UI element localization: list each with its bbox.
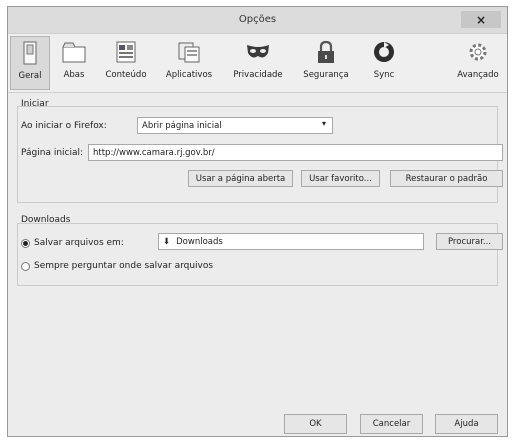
close-button[interactable]: × xyxy=(461,11,501,28)
save-to-label: Salvar arquivos em: xyxy=(34,238,124,248)
cancel-button[interactable]: Cancelar xyxy=(360,414,423,434)
tab-applications[interactable]: Aplicativos xyxy=(158,36,220,90)
save-to-radio[interactable]: Salvar arquivos em: xyxy=(21,238,124,248)
downloads-group: Salvar arquivos em: ⬇ Downloads Procurar… xyxy=(17,223,503,286)
tab-privacy[interactable]: Privacidade xyxy=(226,36,290,90)
content-icon xyxy=(116,41,136,63)
applications-icon xyxy=(178,42,200,63)
always-ask-radio-dot xyxy=(21,261,30,271)
preferences-toolbar: Geral Abas Conteúdo Aplicativos Privacid… xyxy=(8,34,507,93)
always-ask-label: Sempre perguntar onde salvar arquivos xyxy=(34,261,214,271)
tab-content[interactable]: Conteúdo xyxy=(100,36,152,90)
tab-security-label: Segurança xyxy=(303,70,349,80)
tab-privacy-label: Privacidade xyxy=(233,70,283,80)
tab-general[interactable]: Geral xyxy=(10,36,50,90)
when-start-label: Ao iniciar o Firefox: xyxy=(21,121,107,131)
tab-content-label: Conteúdo xyxy=(105,70,147,80)
use-bookmark-button[interactable]: Usar favorito... xyxy=(301,170,380,187)
switch-icon xyxy=(23,41,37,65)
ok-button[interactable]: OK xyxy=(284,414,347,434)
restore-default-button[interactable]: Restaurar o padrão xyxy=(390,170,503,187)
sync-icon xyxy=(374,42,394,62)
tab-tabs-label: Abas xyxy=(63,70,85,80)
download-folder-name: Downloads xyxy=(176,236,223,247)
save-to-radio-dot xyxy=(21,238,30,248)
mask-icon xyxy=(247,45,269,58)
when-start-value: Abrir página inicial xyxy=(142,120,222,131)
browse-button[interactable]: Procurar... xyxy=(436,233,503,250)
window-title: Opções xyxy=(238,14,277,25)
homepage-label: Página inicial: xyxy=(21,148,84,158)
tab-general-label: Geral xyxy=(18,71,42,81)
gear-icon xyxy=(469,43,487,61)
tab-security[interactable]: Segurança xyxy=(297,36,355,90)
tab-sync[interactable]: Sync xyxy=(364,36,404,90)
tab-advanced[interactable]: Avançado xyxy=(452,36,504,90)
lock-icon xyxy=(318,40,334,63)
startup-group: Ao iniciar o Firefox: Abrir página inici… xyxy=(17,106,503,203)
options-window: Opções × Geral Abas Conteúdo Aplicativos… xyxy=(7,6,508,437)
download-folder-field[interactable]: ⬇ Downloads xyxy=(158,233,424,250)
title-bar[interactable]: Opções × xyxy=(8,7,507,34)
tab-tabs[interactable]: Abas xyxy=(56,36,92,90)
homepage-input[interactable]: http://www.camara.rj.gov.br/ xyxy=(88,144,503,161)
general-pane: Iniciar Ao iniciar o Firefox: Abrir pági… xyxy=(8,93,507,436)
tab-sync-label: Sync xyxy=(373,70,395,80)
tabs-icon xyxy=(62,42,86,63)
help-button[interactable]: Ajuda xyxy=(435,414,498,434)
tab-advanced-label: Avançado xyxy=(457,70,499,80)
use-current-page-button[interactable]: Usar a página aberta xyxy=(188,170,293,187)
tab-applications-label: Aplicativos xyxy=(165,70,213,80)
download-folder-icon: ⬇ xyxy=(163,236,171,247)
chevron-down-icon: ▾ xyxy=(321,119,326,128)
always-ask-radio[interactable]: Sempre perguntar onde salvar arquivos xyxy=(21,261,213,271)
when-start-select[interactable]: Abrir página inicial ▾ xyxy=(137,117,333,134)
